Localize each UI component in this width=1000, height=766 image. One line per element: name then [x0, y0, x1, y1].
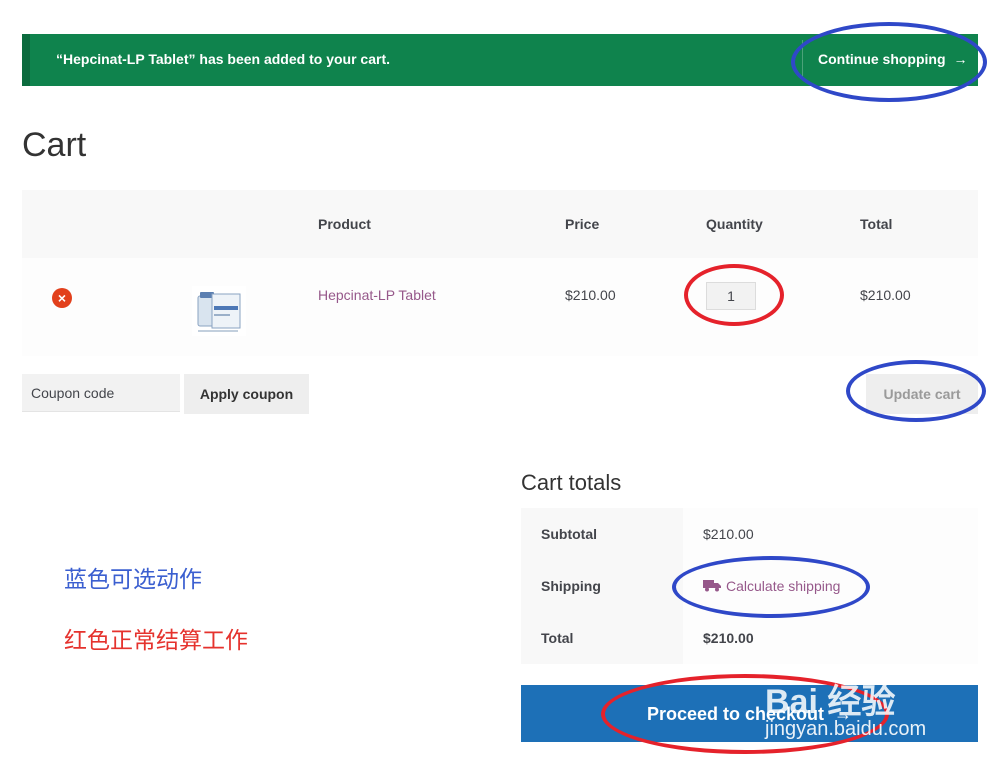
annotation-blue-note: 蓝色可选动作	[64, 567, 202, 593]
proceed-to-checkout-button[interactable]: Proceed to checkout →	[521, 685, 978, 742]
continue-shopping-label: Continue shopping	[818, 51, 946, 67]
table-row: × Hepcinat-LP Tablet $210.00 $210.00	[22, 258, 978, 356]
cart-table: Product Price Quantity Total × Hepcinat-…	[22, 190, 978, 356]
cart-totals-title: Cart totals	[521, 470, 622, 495]
header-quantity: Quantity	[706, 216, 763, 232]
calculate-shipping-label: Calculate shipping	[726, 578, 841, 594]
apply-coupon-button[interactable]: Apply coupon	[184, 374, 309, 414]
shipping-row: Shipping Calculate shipping	[521, 560, 978, 612]
truck-icon	[703, 579, 721, 592]
total-row: Total $210.00	[521, 612, 978, 664]
arrow-right-icon: →	[834, 704, 853, 724]
product-subtotal: $210.00	[860, 287, 911, 303]
annotation-red-note: 红色正常结算工作	[64, 628, 248, 654]
subtotal-value: $210.00	[703, 526, 754, 542]
update-cart-button[interactable]: Update cart	[866, 374, 978, 414]
product-thumbnail[interactable]	[192, 286, 246, 336]
arrow-right-icon: →	[953, 51, 968, 67]
notice-divider	[802, 40, 803, 80]
product-price: $210.00	[565, 287, 616, 303]
header-product: Product	[318, 216, 371, 232]
quantity-input[interactable]	[706, 282, 756, 310]
total-label: Total	[521, 612, 683, 664]
coupon-code-input[interactable]	[22, 374, 180, 412]
cart-totals-table: Subtotal $210.00 Shipping Calculate ship…	[521, 508, 978, 664]
header-total: Total	[860, 216, 893, 232]
page-title: Cart	[22, 126, 87, 164]
remove-icon[interactable]: ×	[52, 288, 72, 308]
product-link[interactable]: Hepcinat-LP Tablet	[318, 287, 436, 303]
subtotal-label: Subtotal	[521, 508, 683, 560]
subtotal-row: Subtotal $210.00	[521, 508, 978, 560]
cart-table-header: Product Price Quantity Total	[22, 190, 978, 258]
notice-message: “Hepcinat-LP Tablet” has been added to y…	[56, 51, 390, 67]
shipping-label: Shipping	[521, 560, 683, 612]
total-value: $210.00	[703, 630, 754, 646]
continue-shopping-button[interactable]: Continue shopping →	[818, 51, 968, 67]
calculate-shipping-link[interactable]: Calculate shipping	[703, 560, 840, 612]
checkout-label: Proceed to checkout	[646, 704, 825, 724]
header-price: Price	[565, 216, 600, 232]
cart-notice: “Hepcinat-LP Tablet” has been added to y…	[22, 34, 978, 86]
